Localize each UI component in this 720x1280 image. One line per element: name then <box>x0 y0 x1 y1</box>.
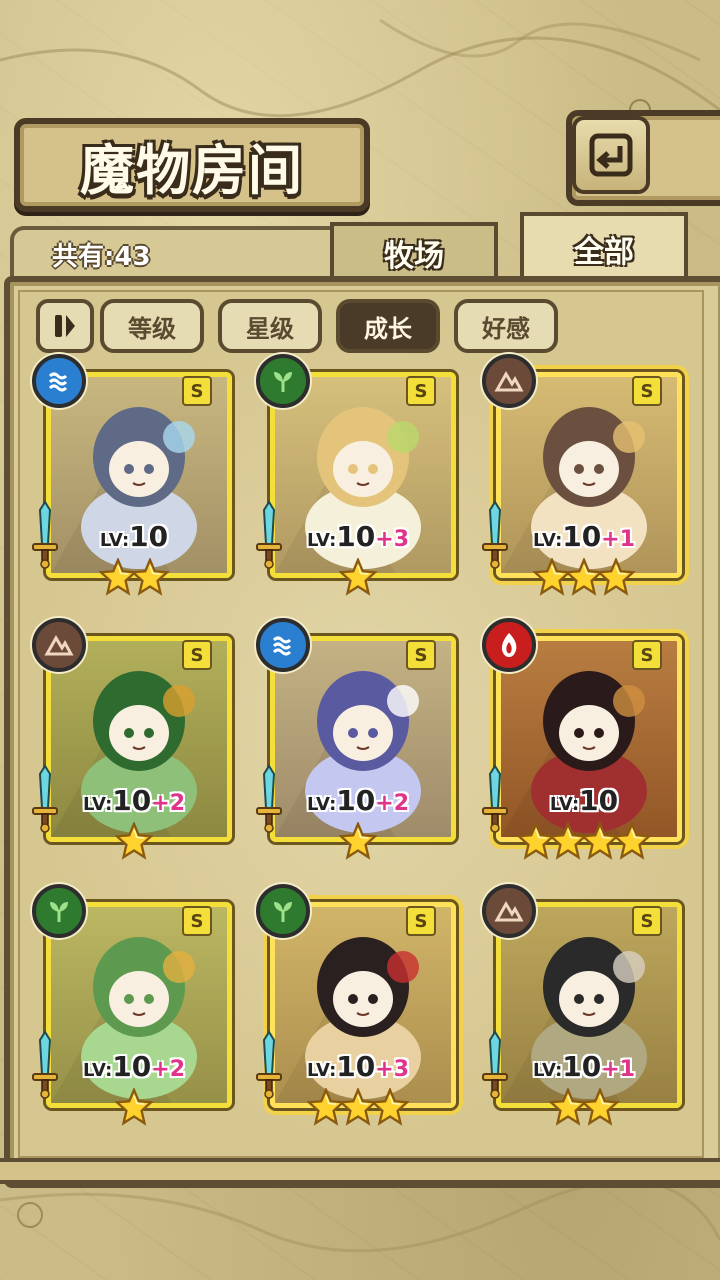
monster-card[interactable]: S LV:10 <box>32 354 232 596</box>
level-bonus: +3 <box>375 1057 410 1082</box>
leaf-icon <box>256 354 310 408</box>
monster-level: LV:10+2 <box>36 1050 232 1083</box>
monster-level: LV:10+3 <box>260 520 456 553</box>
total-count: 共有:43 <box>52 242 151 272</box>
monster-card[interactable]: S LV:10+2 <box>256 618 456 860</box>
level-value: 10 <box>336 520 376 553</box>
leaf-icon <box>256 884 310 938</box>
flame-icon <box>482 618 536 672</box>
grade-badge: S <box>182 640 212 670</box>
star-icon <box>114 1086 154 1126</box>
level-prefix: LV: <box>532 530 563 551</box>
monster-card[interactable]: S LV:10+3 <box>256 354 456 596</box>
monster-level: LV:10+2 <box>260 784 456 817</box>
level-value: 10 <box>112 784 152 817</box>
tab-ranch[interactable]: 牧场 <box>330 222 498 280</box>
monster-card[interactable]: S LV:10+3 <box>256 884 456 1126</box>
back-button[interactable] <box>572 116 650 194</box>
mountain-icon <box>32 618 86 672</box>
star-rating <box>260 1086 456 1128</box>
filter-affection-label: 好感 <box>482 314 530 343</box>
filter-star[interactable]: 星级 <box>218 299 322 353</box>
star-icon <box>580 1086 620 1126</box>
water-wave-icon <box>32 354 86 408</box>
star-icon <box>130 556 170 596</box>
page-title: 魔物房间 <box>80 138 304 202</box>
level-prefix: LV: <box>306 794 337 815</box>
level-value: 10 <box>336 784 376 817</box>
filter-growth-label: 成长 <box>364 314 412 343</box>
monster-level: LV:10+3 <box>260 1050 456 1083</box>
star-icon <box>612 820 652 860</box>
star-rating <box>36 820 232 862</box>
grade-badge: S <box>632 376 662 406</box>
star-icon <box>338 556 378 596</box>
monster-level: LV:10+2 <box>36 784 232 817</box>
star-rating <box>36 1086 232 1128</box>
level-prefix: LV: <box>306 530 337 551</box>
level-bonus: +1 <box>601 527 636 552</box>
monster-level: LV:10 <box>486 784 682 817</box>
mountain-icon <box>482 354 536 408</box>
filter-affection[interactable]: 好感 <box>454 299 558 353</box>
level-value: 10 <box>336 1050 376 1083</box>
star-icon <box>370 1086 410 1126</box>
monster-card[interactable]: S LV:10 <box>482 618 682 860</box>
star-rating <box>36 556 232 598</box>
monster-card[interactable]: S LV:10+1 <box>482 884 682 1126</box>
filter-star-label: 星级 <box>246 314 294 343</box>
level-value: 10 <box>129 520 169 553</box>
level-value: 10 <box>562 520 602 553</box>
filter-level[interactable]: 等级 <box>100 299 204 353</box>
monster-level: LV:10+1 <box>486 520 682 553</box>
bottom-bar <box>0 1158 720 1184</box>
star-icon <box>114 820 154 860</box>
grade-badge: S <box>406 906 436 936</box>
level-prefix: LV: <box>549 794 580 815</box>
monster-card[interactable]: S LV:10+2 <box>32 618 232 860</box>
tab-all[interactable]: 全部 <box>520 212 688 282</box>
level-bonus: +1 <box>601 1057 636 1082</box>
level-prefix: LV: <box>82 1060 113 1081</box>
filter-growth[interactable]: 成长 <box>336 299 440 353</box>
monster-card[interactable]: S LV:10+1 <box>482 354 682 596</box>
level-value: 10 <box>112 1050 152 1083</box>
level-prefix: LV: <box>532 1060 563 1081</box>
grade-badge: S <box>632 640 662 670</box>
tab-ranch-label: 牧场 <box>384 239 444 274</box>
back-arrow-icon <box>589 133 633 177</box>
level-bonus: +2 <box>151 791 186 816</box>
star-rating <box>486 556 682 598</box>
level-prefix: LV: <box>99 530 130 551</box>
monster-level: LV:10+1 <box>486 1050 682 1083</box>
level-prefix: LV: <box>306 1060 337 1081</box>
level-value: 10 <box>579 784 619 817</box>
star-icon <box>596 556 636 596</box>
grade-badge: S <box>182 376 212 406</box>
level-bonus: +3 <box>375 527 410 552</box>
grade-badge: S <box>632 906 662 936</box>
tab-all-label: 全部 <box>574 235 634 270</box>
grade-badge: S <box>406 640 436 670</box>
monster-card[interactable]: S LV:10+2 <box>32 884 232 1126</box>
sort-order-button[interactable] <box>36 299 94 353</box>
title-banner: 魔物房间 <box>14 118 370 212</box>
star-rating <box>486 820 682 862</box>
level-value: 10 <box>562 1050 602 1083</box>
star-rating <box>260 820 456 862</box>
star-rating <box>260 556 456 598</box>
grade-badge: S <box>182 906 212 936</box>
grade-badge: S <box>406 376 436 406</box>
monster-level: LV:10 <box>36 520 232 553</box>
star-rating <box>486 1086 682 1128</box>
level-prefix: LV: <box>82 794 113 815</box>
water-wave-icon <box>256 618 310 672</box>
level-bonus: +2 <box>375 791 410 816</box>
star-icon <box>338 820 378 860</box>
leaf-icon <box>32 884 86 938</box>
filter-level-label: 等级 <box>128 314 176 343</box>
mountain-icon <box>482 884 536 938</box>
level-bonus: +2 <box>151 1057 186 1082</box>
pause-sort-icon <box>55 315 75 337</box>
